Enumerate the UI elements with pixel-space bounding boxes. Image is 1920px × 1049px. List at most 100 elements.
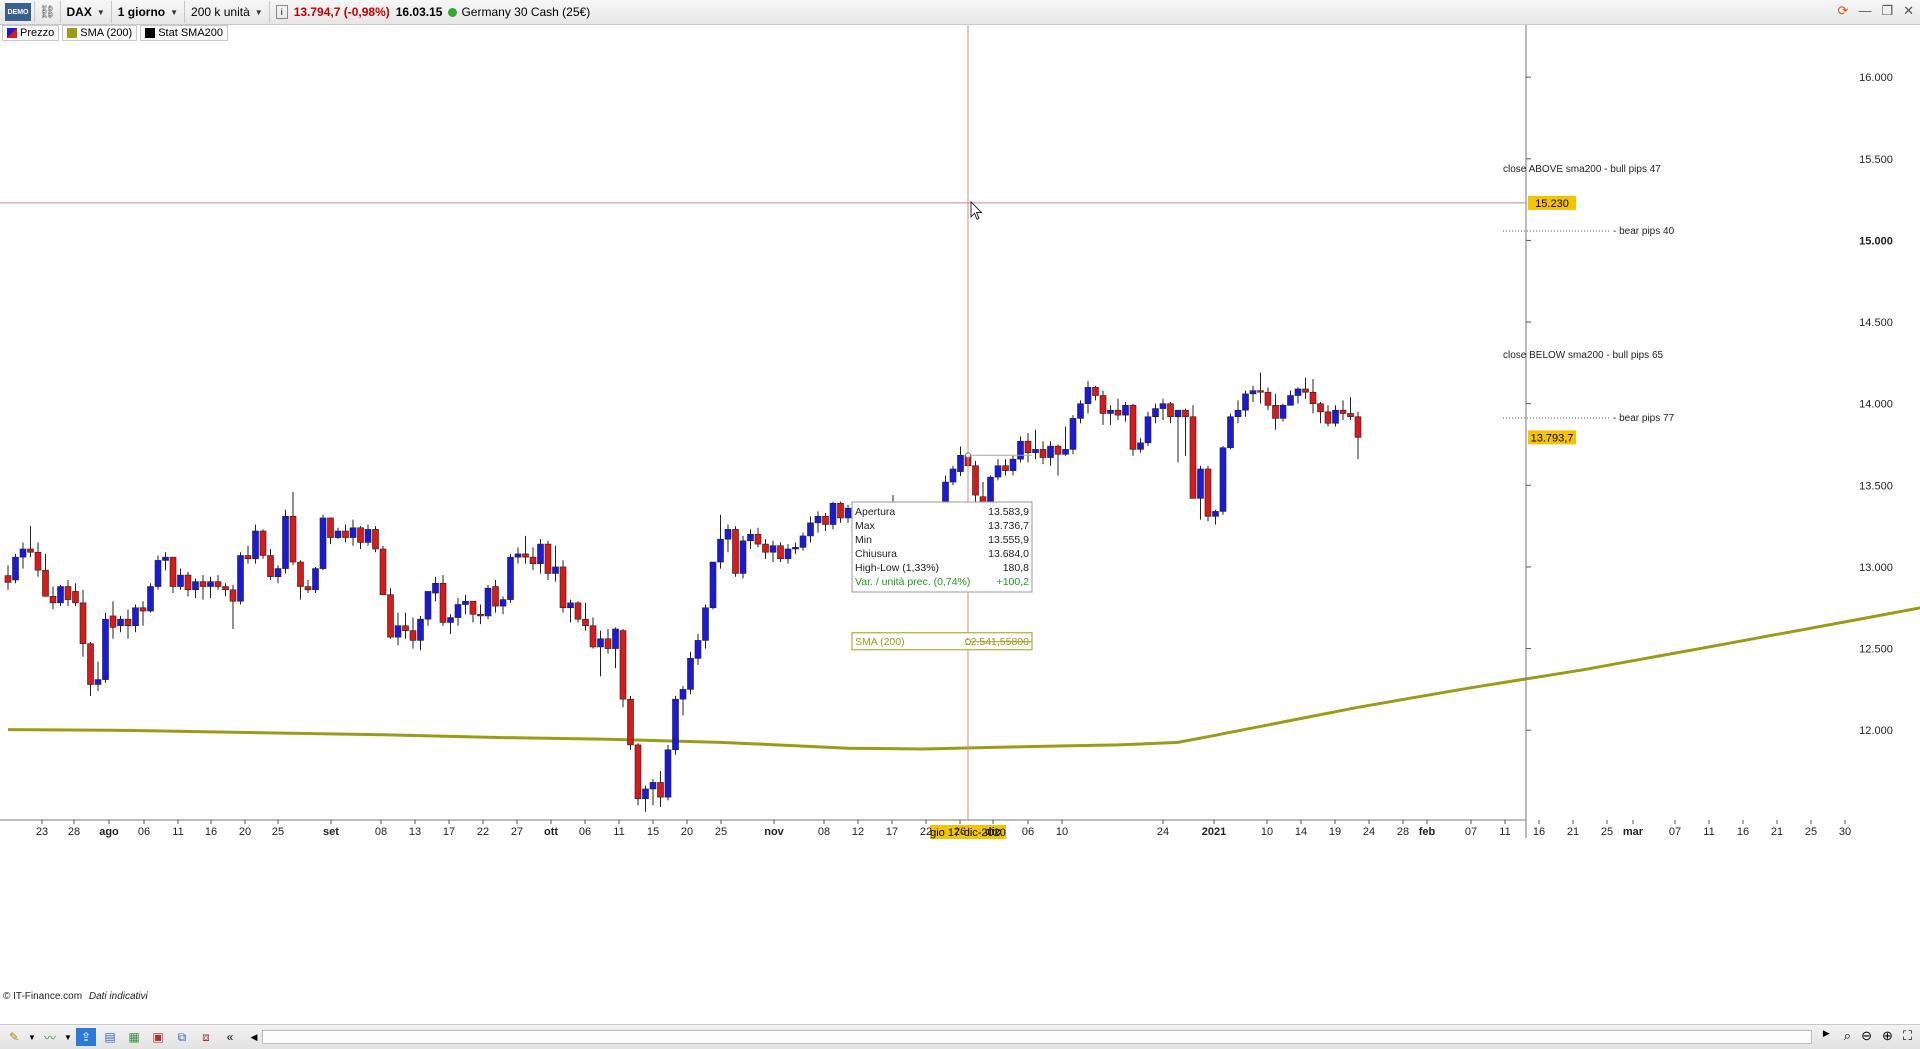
- app-logo[interactable]: DEMO: [0, 1, 35, 23]
- horizontal-scrollbar[interactable]: [262, 1030, 1812, 1044]
- candle-down: [1114, 409, 1122, 416]
- candle-up: [102, 618, 109, 680]
- symbol-dropdown[interactable]: DAX ▼: [61, 1, 112, 23]
- candle-up: [154, 560, 162, 587]
- candle-down: [777, 545, 784, 560]
- candle-down: [1309, 391, 1317, 404]
- candle-down: [4, 575, 12, 583]
- dropdown-arrow-icon[interactable]: ▼: [64, 1028, 72, 1046]
- zoom-fit-icon[interactable]: ⌕: [1844, 1028, 1851, 1044]
- candle-up: [1287, 395, 1294, 406]
- annotation-text: - bear pips 77: [1613, 413, 1675, 424]
- candle-up: [1219, 447, 1227, 512]
- candle-up: [312, 568, 319, 591]
- indicator-icon[interactable]: 〰: [40, 1028, 60, 1046]
- restore-icon[interactable]: ❐: [1881, 3, 1893, 19]
- candle-down: [477, 613, 484, 617]
- candle-down: [439, 582, 447, 623]
- candle-down: [64, 586, 72, 600]
- candle-up: [994, 465, 1002, 478]
- x-tick-label: 13: [409, 826, 421, 838]
- candle-up: [334, 530, 342, 538]
- candle-up: [1137, 442, 1144, 450]
- x-tick-label: 28: [68, 826, 80, 838]
- candle-up: [949, 468, 957, 483]
- candle-down: [124, 618, 132, 627]
- candle-down: [1302, 388, 1309, 393]
- zoom-out-icon[interactable]: ⊖: [1861, 1028, 1872, 1044]
- candle-down: [184, 574, 192, 591]
- candle-up: [1197, 468, 1204, 499]
- x-tick-label: 19: [1329, 826, 1341, 838]
- candle-up: [507, 556, 514, 600]
- candle-up: [649, 782, 657, 790]
- zoom-in-icon[interactable]: ⊕: [1882, 1028, 1893, 1044]
- export-icon[interactable]: ⧉: [172, 1028, 192, 1046]
- candle-down: [1002, 465, 1009, 471]
- candle-up: [1249, 390, 1257, 395]
- tooltip-anchor-dot: [965, 452, 971, 459]
- x-tick-label: 23: [36, 826, 48, 838]
- fullscreen-icon[interactable]: ⛶: [1903, 1028, 1912, 1044]
- tooltip-label: Chiusura: [855, 548, 897, 560]
- x-tick-label: 28: [1397, 826, 1409, 838]
- candle-down: [732, 529, 739, 574]
- y-tick-label: 12.500: [1859, 644, 1893, 656]
- candle-up: [537, 543, 544, 564]
- candle-down: [1272, 405, 1279, 419]
- x-tick-label: 21: [1771, 826, 1783, 838]
- minimize-icon[interactable]: —: [1858, 3, 1871, 19]
- annotation-text: - bear pips 40: [1613, 226, 1675, 237]
- close-icon[interactable]: ✕: [1903, 3, 1914, 19]
- top-toolbar: DEMO ⛓ DAX ▼ 1 giorno ▼ 200 k unità ▼ i 13.…: [0, 0, 1920, 25]
- candle-down: [1257, 390, 1264, 393]
- legend-item-stat[interactable]: Stat SMA200: [140, 25, 229, 41]
- info-icon[interactable]: i: [275, 5, 288, 19]
- legend-item-price[interactable]: Prezzo: [2, 25, 60, 41]
- scroll-left-icon[interactable]: ◀: [244, 1028, 264, 1046]
- price-chart[interactable]: 15.230gio 17-dic-202013.793,7 16.00015.5…: [0, 0, 1920, 1048]
- alert-icon[interactable]: ▣: [148, 1028, 168, 1046]
- sma-tooltip-label: SMA (200): [855, 636, 905, 648]
- candle-up: [1069, 418, 1077, 450]
- candle-down: [1264, 391, 1272, 406]
- status-dot-icon: [448, 7, 458, 17]
- candle-up: [552, 566, 559, 574]
- refresh-icon[interactable]: ⟳: [1838, 3, 1849, 19]
- candle-up: [274, 568, 282, 578]
- scroll-right-icon[interactable]: ▶: [1823, 1028, 1830, 1044]
- candle-down: [1167, 403, 1174, 418]
- x-tick-label: 22: [477, 826, 489, 838]
- x-tick-label: nov: [764, 826, 784, 838]
- candle-up: [1107, 409, 1114, 414]
- x-tick-label: 06: [1022, 826, 1034, 838]
- draw-tool-icon[interactable]: ✎: [4, 1028, 24, 1046]
- scroll-start-icon[interactable]: «: [220, 1028, 240, 1046]
- candle-up: [1009, 458, 1017, 471]
- candle-up: [1159, 403, 1167, 409]
- dropdown-arrow-icon[interactable]: ▼: [28, 1028, 36, 1046]
- candle-up: [1242, 393, 1249, 411]
- x-tick-label: 08: [818, 826, 830, 838]
- candle-down: [582, 618, 589, 627]
- candle-down: [72, 591, 79, 604]
- footer-credit: © IT-Finance.com Dati indicativi: [3, 991, 148, 1002]
- link-button[interactable]: ⛓: [35, 1, 61, 23]
- x-tick-label: 2021: [1202, 826, 1226, 838]
- candle-up: [432, 582, 439, 594]
- share-icon[interactable]: ⇪: [76, 1028, 96, 1046]
- x-tick-label: 24: [1157, 826, 1169, 838]
- candle-up: [252, 530, 259, 560]
- comment-icon[interactable]: ▤: [100, 1028, 120, 1046]
- candle-down: [1189, 416, 1197, 499]
- template-icon[interactable]: ⧈: [196, 1028, 216, 1046]
- x-tick-label: set: [323, 826, 339, 838]
- x-tick-label: ott: [544, 826, 558, 838]
- candle-up: [447, 617, 454, 623]
- candle-down: [379, 548, 387, 595]
- units-dropdown[interactable]: 200 k unità ▼: [185, 1, 270, 23]
- candle-up: [1279, 405, 1287, 419]
- legend-item-sma[interactable]: SMA (200): [62, 25, 138, 41]
- timeframe-dropdown[interactable]: 1 giorno ▼: [112, 1, 186, 23]
- table-icon[interactable]: ▦: [124, 1028, 144, 1046]
